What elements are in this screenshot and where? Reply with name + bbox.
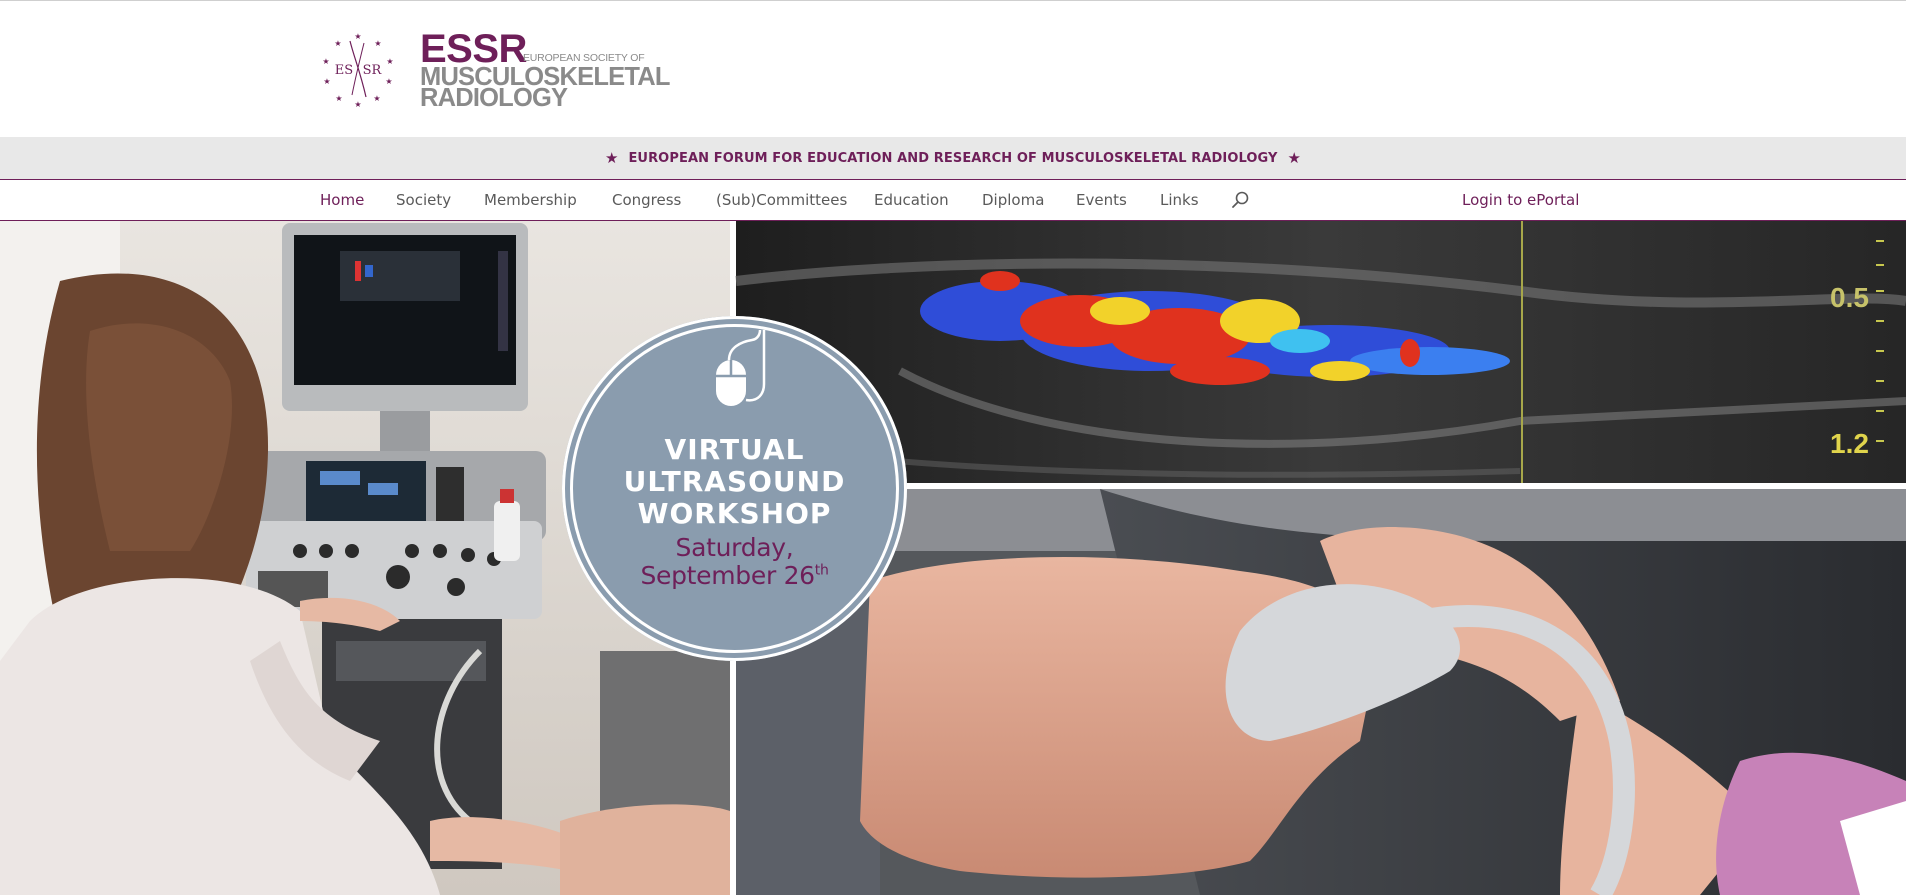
tagline-text: EUROPEAN FORUM FOR EDUCATION AND RESEARC… bbox=[628, 150, 1278, 166]
svg-text:★: ★ bbox=[322, 57, 329, 66]
badge-title: VIRTUAL ULTRASOUND WORKSHOP bbox=[562, 434, 907, 530]
nav-item-education[interactable]: Education bbox=[874, 181, 949, 220]
logo-wordmark: ESSR EUROPEAN SOCIETY OF MUSCULOSKELETAL… bbox=[420, 29, 670, 112]
nav-item-events[interactable]: Events bbox=[1076, 181, 1127, 220]
main-navigation: Home Society Membership Congress (Sub)Co… bbox=[0, 181, 1906, 221]
svg-text:★: ★ bbox=[354, 100, 361, 107]
login-eportal-link[interactable]: Login to ePortal bbox=[1462, 181, 1579, 220]
nav-item-home[interactable]: Home bbox=[320, 181, 364, 220]
ultrasound-scan-image: 0.5 1.2 bbox=[735, 221, 1906, 483]
scan-readout-lower: 1.2 bbox=[1830, 428, 1869, 459]
essr-emblem-icon: ★ ★ ★ ★ ★ ★ ★ ★ ★ ★ ES SR bbox=[322, 32, 393, 107]
svg-text:SR: SR bbox=[363, 63, 383, 78]
logo-org-line3: RADIOLOGY bbox=[420, 84, 568, 112]
svg-text:★: ★ bbox=[334, 39, 341, 48]
badge-date: Saturday, September 26th bbox=[562, 534, 907, 590]
badge-date-day: September 26th bbox=[562, 562, 907, 590]
nav-item-diploma[interactable]: Diploma bbox=[982, 181, 1044, 220]
svg-text:★: ★ bbox=[386, 57, 393, 66]
badge-title-line-2: ULTRASOUND bbox=[623, 465, 846, 498]
svg-text:★: ★ bbox=[335, 94, 342, 103]
scan-readout-upper: 0.5 bbox=[1830, 282, 1869, 313]
mouse-icon bbox=[716, 330, 766, 406]
hero-photo-collage: 0.5 1.2 bbox=[0, 221, 1906, 895]
hero-banner[interactable]: 0.5 1.2 VIRTUAL ULTRASOUND WORKSHOP Satu… bbox=[0, 221, 1906, 895]
star-icon: ★ bbox=[604, 149, 619, 167]
star-icon: ★ bbox=[1287, 149, 1301, 167]
nav-item-congress[interactable]: Congress bbox=[612, 181, 681, 220]
badge-date-day-text: September 26 bbox=[640, 561, 815, 590]
tagline-bar: ★ EUROPEAN FORUM FOR EDUCATION AND RESEA… bbox=[0, 137, 1906, 180]
nav-item-membership[interactable]: Membership bbox=[484, 181, 577, 220]
search-icon[interactable] bbox=[1230, 190, 1250, 210]
essr-logo[interactable]: ★ ★ ★ ★ ★ ★ ★ ★ ★ ★ ES SR ESSR EUROPEAN … bbox=[320, 29, 670, 112]
svg-text:★: ★ bbox=[385, 77, 392, 86]
nav-item-links[interactable]: Links bbox=[1160, 181, 1199, 220]
svg-text:ES: ES bbox=[335, 63, 353, 78]
nav-item-society[interactable]: Society bbox=[396, 181, 451, 220]
arm-exam-photo bbox=[736, 489, 1906, 895]
badge-date-weekday: Saturday, bbox=[675, 533, 794, 562]
svg-text:★: ★ bbox=[323, 77, 330, 86]
workshop-badge[interactable]: VIRTUAL ULTRASOUND WORKSHOP Saturday, Se… bbox=[562, 316, 907, 661]
svg-text:★: ★ bbox=[373, 94, 380, 103]
svg-text:★: ★ bbox=[374, 39, 381, 48]
badge-title-line-1: VIRTUAL bbox=[664, 433, 805, 466]
badge-date-suffix: th bbox=[814, 562, 829, 579]
site-header: ★ ★ ★ ★ ★ ★ ★ ★ ★ ★ ES SR ESSR EUROPEAN … bbox=[0, 0, 1906, 137]
nav-item-subcommittees[interactable]: (Sub)Committees bbox=[716, 181, 847, 220]
svg-text:★: ★ bbox=[354, 32, 361, 41]
badge-title-line-3: WORKSHOP bbox=[637, 497, 832, 530]
